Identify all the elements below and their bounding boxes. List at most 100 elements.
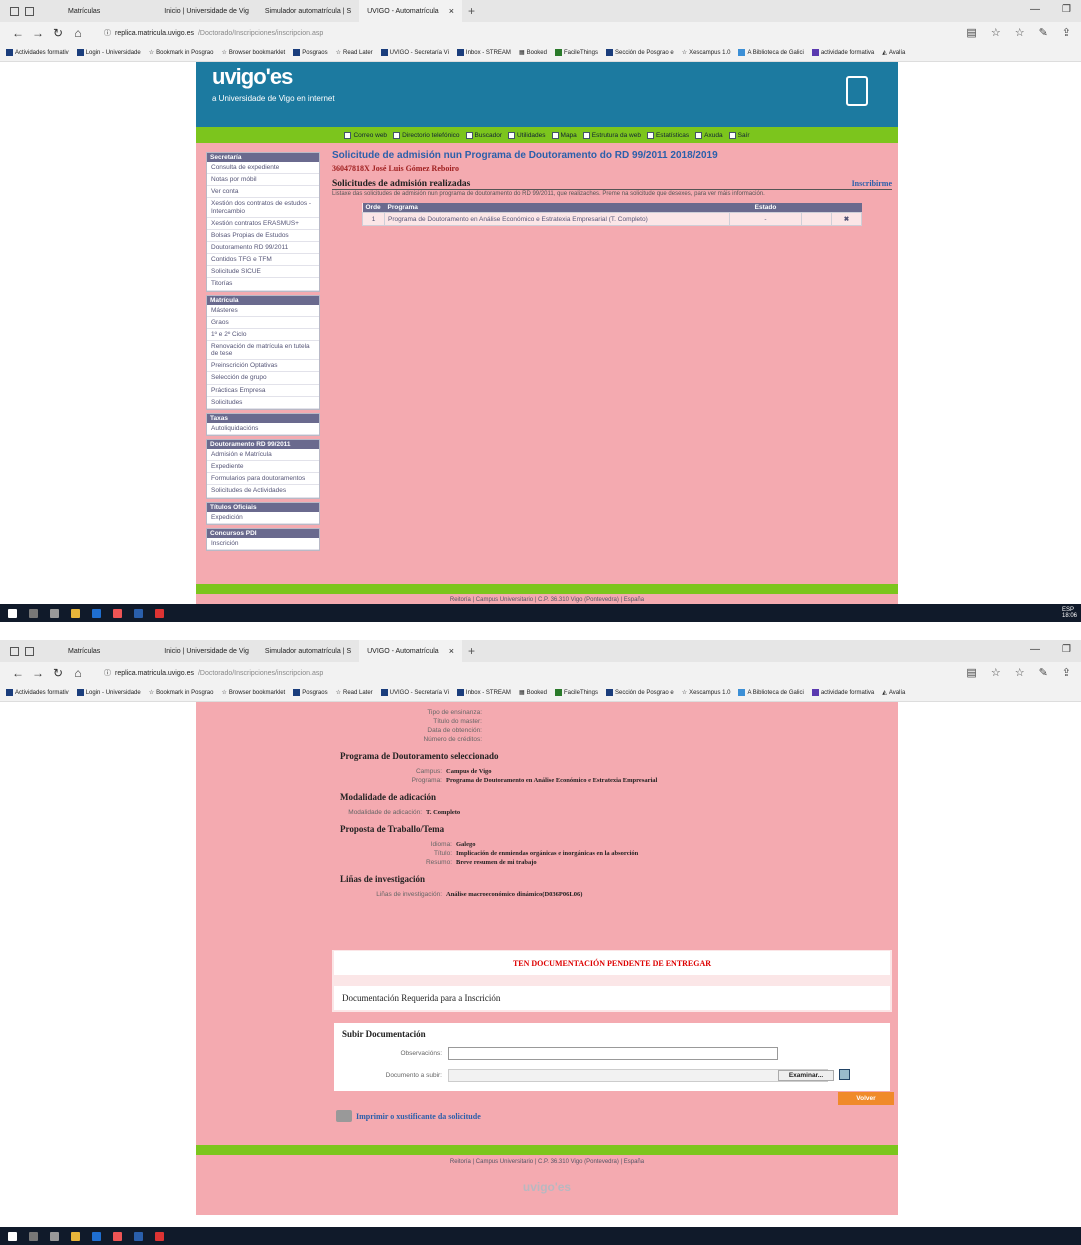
sidebar-item[interactable]: Selección de grupo — [207, 372, 319, 385]
print-receipt-link[interactable]: Imprimir o xustificante da solicitude — [336, 1110, 481, 1122]
sidebar-item[interactable]: Prácticas Empresa — [207, 385, 319, 397]
sidebar-item[interactable]: Ver conta — [207, 186, 319, 199]
observations-input[interactable] — [448, 1047, 778, 1060]
edge-icon[interactable] — [92, 608, 101, 618]
sidebar-item[interactable]: Titorías — [207, 278, 319, 291]
browse-button[interactable]: Examinar... — [778, 1070, 834, 1081]
system-tray[interactable]: ESP 18:06 — [1062, 607, 1077, 619]
nav-estatisticas[interactable]: Estatísticas — [646, 131, 689, 139]
bookmark[interactable]: A Biblioteca de Galici — [738, 49, 804, 56]
bookmark[interactable]: ☆ Xescampus 1.0 — [682, 49, 731, 57]
sidebar-item[interactable]: Renovación de matrícula en tutela de tes… — [207, 341, 319, 361]
bookmark[interactable]: ☆ Browser bookmarklet — [221, 49, 285, 57]
sidebar-item[interactable]: Admisión e Matrícula — [207, 449, 319, 462]
explorer-icon[interactable] — [71, 608, 80, 618]
sidebar-item[interactable]: Graos — [207, 317, 319, 329]
nav-axuda[interactable]: Axuda — [695, 131, 723, 139]
sidebar-item[interactable]: Solicitudes de Actividades — [207, 485, 319, 498]
sidebar-item[interactable]: Contidos TFG e TFM — [207, 254, 319, 267]
tab-inicio[interactable]: Inicio | Universidade de Vig — [156, 640, 257, 662]
sidebar-item[interactable]: Autoliquidacións — [207, 423, 319, 435]
home-icon[interactable]: ⌂ — [68, 26, 88, 40]
bookmark[interactable]: Inbox - STREAM — [456, 49, 511, 56]
nav-correo[interactable]: Correo web — [344, 131, 387, 139]
start-icon[interactable] — [8, 1231, 17, 1241]
bookmark[interactable]: Inbox - STREAM — [456, 689, 511, 696]
search-icon[interactable] — [29, 608, 38, 618]
bookmark[interactable]: UVIGO - Secretaría Vi — [380, 689, 449, 696]
bookmark[interactable]: FacileThings — [554, 49, 598, 56]
tab-uvigo[interactable]: UVIGO - Automatrícula × — [359, 0, 462, 22]
site-logo[interactable]: uvigo'es — [212, 64, 293, 90]
upload-icon[interactable] — [839, 1069, 850, 1080]
back-icon[interactable]: ← — [8, 26, 28, 40]
window-controls[interactable]: — ❐ — [1030, 644, 1071, 655]
sidebar-item[interactable]: Xestión contratos ERASMUS+ — [207, 218, 319, 230]
file-input[interactable] — [448, 1069, 828, 1082]
sidebar-item[interactable]: Preinscrición Optativas — [207, 360, 319, 373]
nav-estrutura[interactable]: Estrutura da web — [582, 131, 641, 139]
bookmark[interactable]: ☆ Bookmark in Posgrao — [149, 49, 214, 57]
delete-icon[interactable]: ✖ — [831, 212, 862, 226]
taskview-icon[interactable] — [50, 608, 59, 618]
home-icon[interactable]: ⌂ — [68, 666, 88, 680]
pdf-icon[interactable] — [155, 1231, 164, 1241]
bookmark[interactable]: ▦ Booked — [519, 49, 547, 57]
sidebar-item[interactable]: Inscrición — [207, 538, 319, 550]
word-icon[interactable] — [134, 1231, 143, 1241]
edge-icon[interactable] — [92, 1231, 101, 1241]
tab-simulador[interactable]: Simulador automatrícula | S — [257, 640, 359, 662]
sidebar-item[interactable]: Consulta de expediente — [207, 162, 319, 175]
refresh-icon[interactable]: ↻ — [48, 26, 68, 40]
refresh-icon[interactable]: ↻ — [48, 666, 68, 680]
sidebar-item[interactable]: Expedición — [207, 512, 319, 524]
browser-actions[interactable]: ▤ ☆ ☆ ✎ ⇪ — [966, 26, 1071, 39]
bookmark[interactable]: ◭ Avalía — [882, 49, 905, 57]
bookmark[interactable]: Sección de Posgrao e — [605, 49, 674, 56]
search-icon[interactable] — [29, 1231, 38, 1241]
pdf-icon[interactable] — [155, 608, 164, 618]
sidebar-item[interactable]: Solicitude SICUE — [207, 266, 319, 279]
taskview-icon[interactable] — [50, 1231, 59, 1241]
bookmark[interactable]: Actividades formativ — [6, 49, 69, 56]
back-icon[interactable]: ← — [8, 666, 28, 680]
bookmark[interactable]: actividade formativa — [811, 49, 874, 56]
sidebar-item[interactable]: Doutoramento RD 99/2011 — [207, 242, 319, 255]
tab-matriculas[interactable]: Matrículas — [60, 0, 108, 22]
nav-sair[interactable]: Saír — [728, 131, 750, 139]
sidebar-item[interactable]: Solicitudes — [207, 397, 319, 409]
bookmark[interactable]: Posgraos — [293, 49, 328, 56]
nav-buscador[interactable]: Buscador — [465, 131, 502, 139]
sidebar-item[interactable]: Expediente — [207, 461, 319, 474]
table-row[interactable]: 1 Programa de Doutoramento en Análise Ec… — [362, 212, 862, 226]
enroll-link[interactable]: Inscribirme — [852, 179, 892, 189]
tab-uvigo[interactable]: UVIGO - Automatrícula × — [359, 640, 462, 662]
explorer-icon[interactable] — [71, 1231, 80, 1241]
sidebar-item[interactable]: Másteres — [207, 305, 319, 317]
window-controls[interactable]: — ❐ — [1030, 4, 1071, 15]
back-button[interactable]: Volver — [838, 1092, 894, 1105]
close-tab-icon[interactable]: × — [449, 6, 454, 16]
bookmark[interactable]: ☆ Read Later — [336, 49, 373, 57]
sidebar-item[interactable]: Formularios para doutoramentos — [207, 473, 319, 486]
tab-actions[interactable] — [0, 646, 60, 656]
url-field[interactable]: ⓘ replica.matricula.uvigo.es/Doctorado/In… — [104, 28, 323, 38]
forward-icon[interactable]: → — [28, 26, 48, 40]
start-icon[interactable] — [8, 608, 17, 618]
new-tab-button[interactable]: + — [462, 644, 481, 658]
nav-mapa[interactable]: Mapa — [551, 131, 577, 139]
sidebar-item[interactable]: 1º e 2º Ciclo — [207, 329, 319, 341]
bookmark[interactable]: Sección de Posgrao e — [605, 689, 674, 696]
bookmark[interactable]: UVIGO - Secretaría Vi — [380, 49, 449, 56]
browser-actions[interactable]: ▤ ☆ ☆ ✎ ⇪ — [966, 666, 1071, 679]
bookmark[interactable]: ☆ Xescampus 1.0 — [682, 689, 731, 697]
bookmark[interactable]: Login - Universidade — [76, 689, 141, 696]
bookmark[interactable]: A Biblioteca de Galici — [738, 689, 804, 696]
bookmark[interactable]: Actividades formativ — [6, 689, 69, 696]
sidebar-item[interactable]: Xestión dos contratos de estudos - Inter… — [207, 198, 319, 218]
new-tab-button[interactable]: + — [462, 4, 481, 18]
bookmark[interactable]: FacileThings — [554, 689, 598, 696]
tab-matriculas[interactable]: Matrículas — [60, 640, 108, 662]
url-field[interactable]: ⓘ replica.matricula.uvigo.es/Doctorado/In… — [104, 668, 323, 678]
sidebar-item[interactable]: Bolsas Propias de Estudos — [207, 230, 319, 242]
